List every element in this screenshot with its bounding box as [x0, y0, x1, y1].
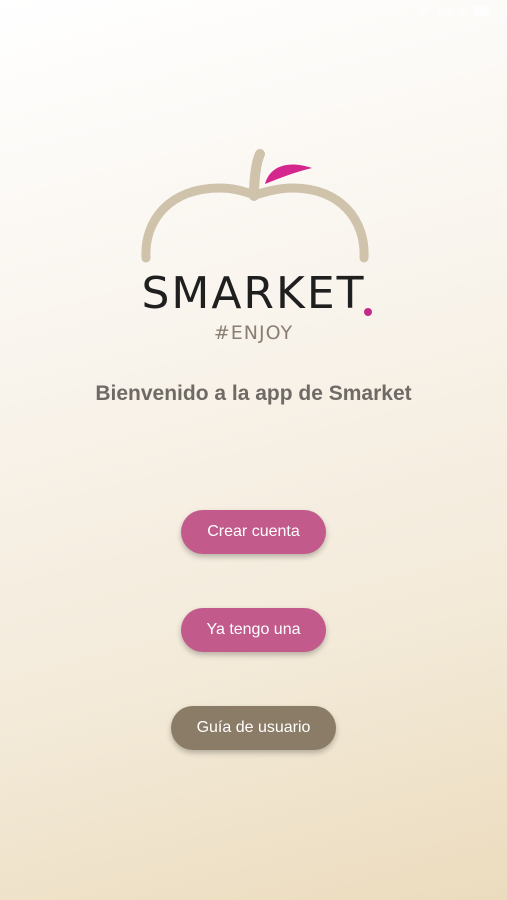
status-bar: 12:00 100 % [0, 0, 507, 26]
brand-name: SMARKET [141, 268, 366, 319]
welcome-heading: Bienvenido a la app de Smarket [95, 382, 412, 405]
apple-icon [141, 149, 369, 263]
brand-dot [364, 308, 372, 316]
battery-percentage: 100 % [435, 6, 467, 19]
existing-account-button[interactable]: Ya tengo una [181, 608, 326, 652]
user-guide-button[interactable]: Guía de usuario [171, 706, 336, 750]
leaf-icon [265, 164, 312, 184]
battery-icon [473, 6, 491, 19]
wifi-icon [416, 5, 430, 19]
brand-logo: SMARKET #ENJOY [0, 140, 507, 360]
brand-tagline: #ENJOY [213, 322, 294, 344]
status-icons: 100 % [416, 5, 491, 19]
create-account-button[interactable]: Crear cuenta [181, 510, 326, 554]
status-time: 12:00 [230, 6, 258, 18]
